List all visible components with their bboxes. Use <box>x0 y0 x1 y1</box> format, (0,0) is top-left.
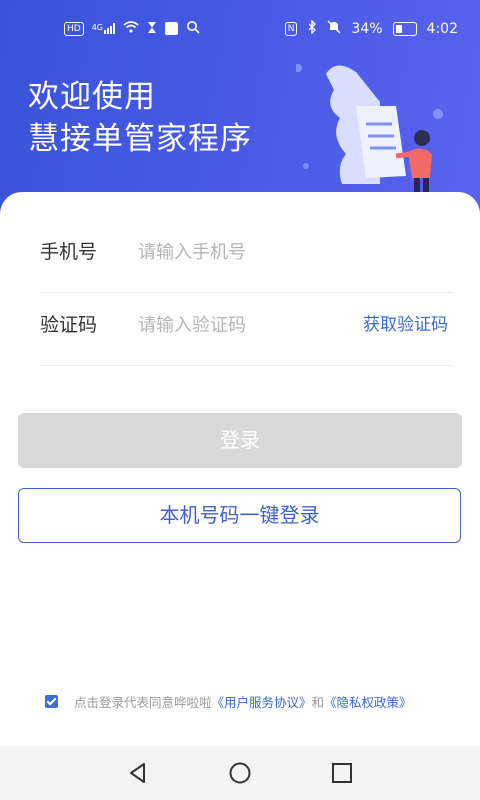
wifi-icon <box>123 21 139 36</box>
bluetooth-icon <box>307 19 317 38</box>
recents-icon[interactable] <box>329 760 355 786</box>
search-icon <box>186 20 200 37</box>
agreement-and: 和 <box>311 694 325 710</box>
clock: 4:02 <box>426 21 458 37</box>
one-key-login-button[interactable]: 本机号码一键登录 <box>18 488 461 543</box>
network-type: 4G <box>91 23 103 32</box>
phone-input[interactable] <box>138 232 348 272</box>
app-notification-icon <box>165 22 178 35</box>
battery-icon <box>392 22 417 36</box>
hero-illustration <box>296 64 443 196</box>
status-bar: HD 4G N 34% 4:02 <box>0 0 480 58</box>
login-button[interactable]: 登录 <box>18 413 462 468</box>
user-agreement-link[interactable]: 《用户服务协议》 <box>212 692 312 711</box>
system-nav-bar <box>0 746 480 800</box>
agreement-row: 点击登录代表同意哗啦啦 《用户服务协议》 和 《隐私权政策》 <box>45 690 465 712</box>
code-row: 验证码 获取验证码 <box>40 285 454 366</box>
welcome-line-2: 慧接单管家程序 <box>28 121 252 157</box>
privacy-policy-link[interactable]: 《隐私权政策》 <box>324 692 412 711</box>
agreement-checkbox[interactable] <box>45 694 58 708</box>
welcome-text: 欢迎使用 慧接单管家程序 <box>28 76 252 160</box>
code-input[interactable] <box>138 305 348 345</box>
status-left: HD 4G <box>64 20 200 37</box>
phone-row: 手机号 <box>40 212 454 293</box>
hourglass-icon <box>147 21 157 37</box>
phone-label: 手机号 <box>40 241 98 263</box>
status-right: N 34% 4:02 <box>284 19 458 38</box>
nfc-icon: N <box>284 22 298 36</box>
hd-indicator: HD <box>64 21 84 36</box>
battery-percent: 34% <box>351 21 383 37</box>
code-label: 验证码 <box>40 314 98 336</box>
signal-icon: 4G <box>92 23 115 34</box>
mute-bell-icon <box>327 20 341 38</box>
agreement-prefix: 点击登录代表同意哗啦啦 <box>74 694 212 710</box>
get-code-button[interactable]: 获取验证码 <box>363 285 448 365</box>
home-icon[interactable] <box>227 760 253 786</box>
welcome-line-1: 欢迎使用 <box>28 79 156 115</box>
back-icon[interactable] <box>125 760 151 786</box>
